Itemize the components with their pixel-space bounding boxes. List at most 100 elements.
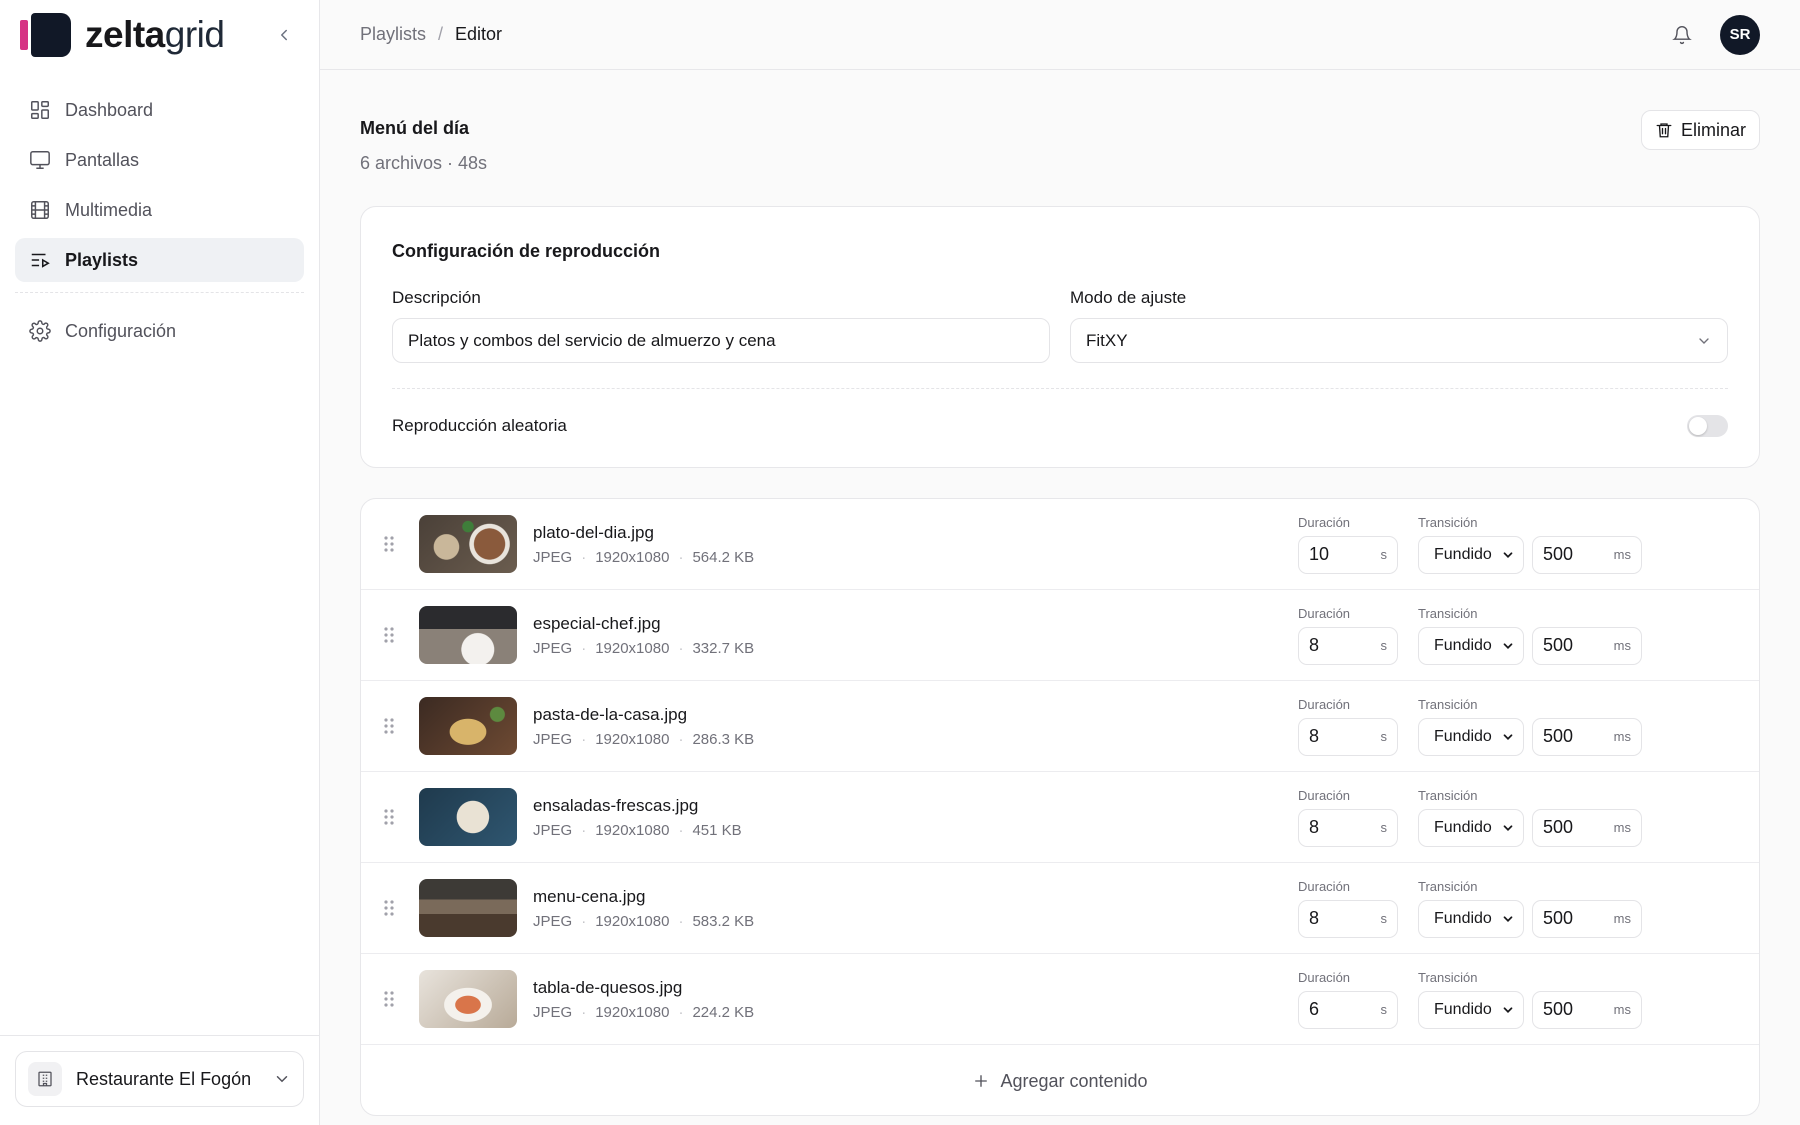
transition-ms-input[interactable]: 500 ms: [1532, 808, 1642, 847]
logo-text-light: grid: [164, 14, 225, 55]
transition-select[interactable]: Fundido: [1418, 990, 1524, 1029]
organization-switcher[interactable]: Restaurante El Fogón: [15, 1051, 304, 1107]
playlist-item[interactable]: plato-del-dia.jpg JPEG · 1920x1080 · 564…: [361, 499, 1759, 590]
sidebar-footer: Restaurante El Fogón: [0, 1035, 319, 1125]
transition-label: Transición: [1418, 878, 1478, 894]
file-details: JPEG · 1920x1080 · 286.3 KB: [533, 731, 754, 748]
item-controls: Duración 8 s Transición Fundido 500 ms: [1298, 788, 1759, 847]
description-input[interactable]: [392, 318, 1050, 363]
duration-input[interactable]: 8 s: [1298, 626, 1398, 665]
duration-input[interactable]: 8 s: [1298, 808, 1398, 847]
file-meta: especial-chef.jpg JPEG · 1920x1080 · 332…: [533, 614, 754, 657]
file-meta: ensaladas-frescas.jpg JPEG · 1920x1080 ·…: [533, 796, 742, 839]
transition-select[interactable]: Fundido: [1418, 899, 1524, 938]
transition-ms-input[interactable]: 500 ms: [1532, 899, 1642, 938]
duration-input[interactable]: 10 s: [1298, 535, 1398, 574]
fit-mode-select[interactable]: FitXY: [1070, 318, 1728, 363]
duration-label: Duración: [1298, 969, 1351, 985]
collapse-sidebar-button[interactable]: [269, 20, 299, 50]
fit-mode-value: FitXY: [1086, 330, 1128, 350]
file-meta: menu-cena.jpg JPEG · 1920x1080 · 583.2 K…: [533, 887, 754, 930]
file-resolution: 1920x1080: [595, 548, 670, 566]
separator-dot: ·: [678, 912, 684, 930]
transition-ms-input[interactable]: 500 ms: [1532, 535, 1642, 574]
playlist-item[interactable]: pasta-de-la-casa.jpg JPEG · 1920x1080 · …: [361, 681, 1759, 772]
playlist-items: plato-del-dia.jpg JPEG · 1920x1080 · 564…: [361, 499, 1759, 1045]
duration-unit: s: [1380, 547, 1388, 562]
drag-handle-icon[interactable]: [383, 808, 399, 826]
playlist-item[interactable]: menu-cena.jpg JPEG · 1920x1080 · 583.2 K…: [361, 863, 1759, 954]
add-content-button[interactable]: Agregar contenido: [361, 1045, 1759, 1115]
sidebar-item-label: Pantallas: [65, 149, 140, 170]
playlist-item[interactable]: especial-chef.jpg JPEG · 1920x1080 · 332…: [361, 590, 1759, 681]
item-controls: Duración 8 s Transición Fundido 500 ms: [1298, 879, 1759, 938]
topbar: Playlists / Editor SR: [320, 0, 1800, 70]
drag-handle-icon[interactable]: [383, 535, 399, 553]
transition-select[interactable]: Fundido: [1418, 717, 1524, 756]
chevron-down-icon: [1501, 912, 1515, 926]
sidebar-item-configuracion[interactable]: Configuración: [15, 309, 304, 353]
avatar[interactable]: SR: [1720, 14, 1760, 55]
file-name: tabla-de-quesos.jpg: [533, 977, 683, 997]
logo[interactable]: zeltagrid: [20, 13, 225, 57]
bell-icon[interactable]: [1672, 25, 1692, 45]
duration-input[interactable]: 8 s: [1298, 717, 1398, 756]
transition-ms-input[interactable]: 500 ms: [1532, 626, 1642, 665]
separator-dot: ·: [581, 821, 587, 839]
duration-input[interactable]: 6 s: [1298, 990, 1398, 1029]
sidebar-item-label: Dashboard: [65, 99, 154, 120]
drag-handle-icon[interactable]: [383, 717, 399, 735]
file-size: 332.7 KB: [692, 639, 755, 657]
playlist-icon: [31, 253, 50, 268]
transition-ms-input[interactable]: 500 ms: [1532, 990, 1642, 1029]
file-name: ensaladas-frescas.jpg: [533, 795, 699, 815]
transition-value: Fundido: [1434, 818, 1492, 836]
playlist-items-card: plato-del-dia.jpg JPEG · 1920x1080 · 564…: [360, 498, 1760, 1116]
file-size: 451 KB: [692, 821, 742, 839]
file-format: JPEG: [533, 548, 573, 566]
duration-value: 8: [1309, 726, 1320, 746]
transition-select[interactable]: Fundido: [1418, 535, 1524, 574]
plus-icon: [975, 1075, 988, 1087]
chevron-down-icon: [1501, 730, 1515, 744]
file-resolution: 1920x1080: [595, 730, 670, 748]
duration-unit: s: [1380, 911, 1388, 926]
duration-value: 8: [1309, 817, 1320, 837]
drag-handle-icon[interactable]: [383, 990, 399, 1008]
playlist-item[interactable]: ensaladas-frescas.jpg JPEG · 1920x1080 ·…: [361, 772, 1759, 863]
transition-select[interactable]: Fundido: [1418, 626, 1524, 665]
film-icon: [31, 201, 49, 219]
transition-inputs: Fundido 500 ms: [1418, 626, 1642, 665]
transition-inputs: Fundido 500 ms: [1418, 990, 1642, 1029]
breadcrumb-playlists-link[interactable]: Playlists: [360, 24, 426, 45]
file-details: JPEG · 1920x1080 · 224.2 KB: [533, 1004, 754, 1021]
sidebar-item-playlists[interactable]: Playlists: [15, 238, 304, 282]
playlist-item[interactable]: tabla-de-quesos.jpg JPEG · 1920x1080 · 2…: [361, 954, 1759, 1045]
transition-ms-unit: ms: [1613, 729, 1631, 744]
organization-name: Restaurante El Fogón: [76, 1068, 252, 1089]
delete-button[interactable]: Eliminar: [1640, 110, 1760, 150]
logo-mark: [20, 13, 71, 57]
file-size: 286.3 KB: [692, 730, 755, 748]
sidebar-item-multimedia[interactable]: Multimedia: [15, 188, 304, 232]
separator-dot: ·: [581, 730, 587, 748]
config-title: Configuración de reproducción: [392, 241, 661, 261]
transition-select[interactable]: Fundido: [1418, 808, 1524, 847]
drag-handle-icon[interactable]: [383, 626, 399, 644]
add-content-label: Agregar contenido: [1000, 1070, 1148, 1091]
file-name: especial-chef.jpg: [533, 613, 661, 633]
drag-handle-icon[interactable]: [383, 899, 399, 917]
duration-label: Duración: [1298, 514, 1351, 530]
sidebar-item-pantallas[interactable]: Pantallas: [15, 138, 304, 182]
duration-input[interactable]: 8 s: [1298, 899, 1398, 938]
file-format: JPEG: [533, 639, 573, 657]
duration-control: Duración 8 s: [1298, 697, 1398, 756]
duration-control: Duración 6 s: [1298, 970, 1398, 1029]
duration-value: 8: [1309, 908, 1320, 928]
sidebar-item-dashboard[interactable]: Dashboard: [15, 88, 304, 132]
shuffle-toggle[interactable]: [1687, 415, 1728, 437]
transition-control: Transición Fundido 500 ms: [1418, 970, 1642, 1029]
thumbnail-image: [419, 697, 517, 755]
transition-label: Transición: [1418, 605, 1478, 621]
transition-ms-input[interactable]: 500 ms: [1532, 717, 1642, 756]
